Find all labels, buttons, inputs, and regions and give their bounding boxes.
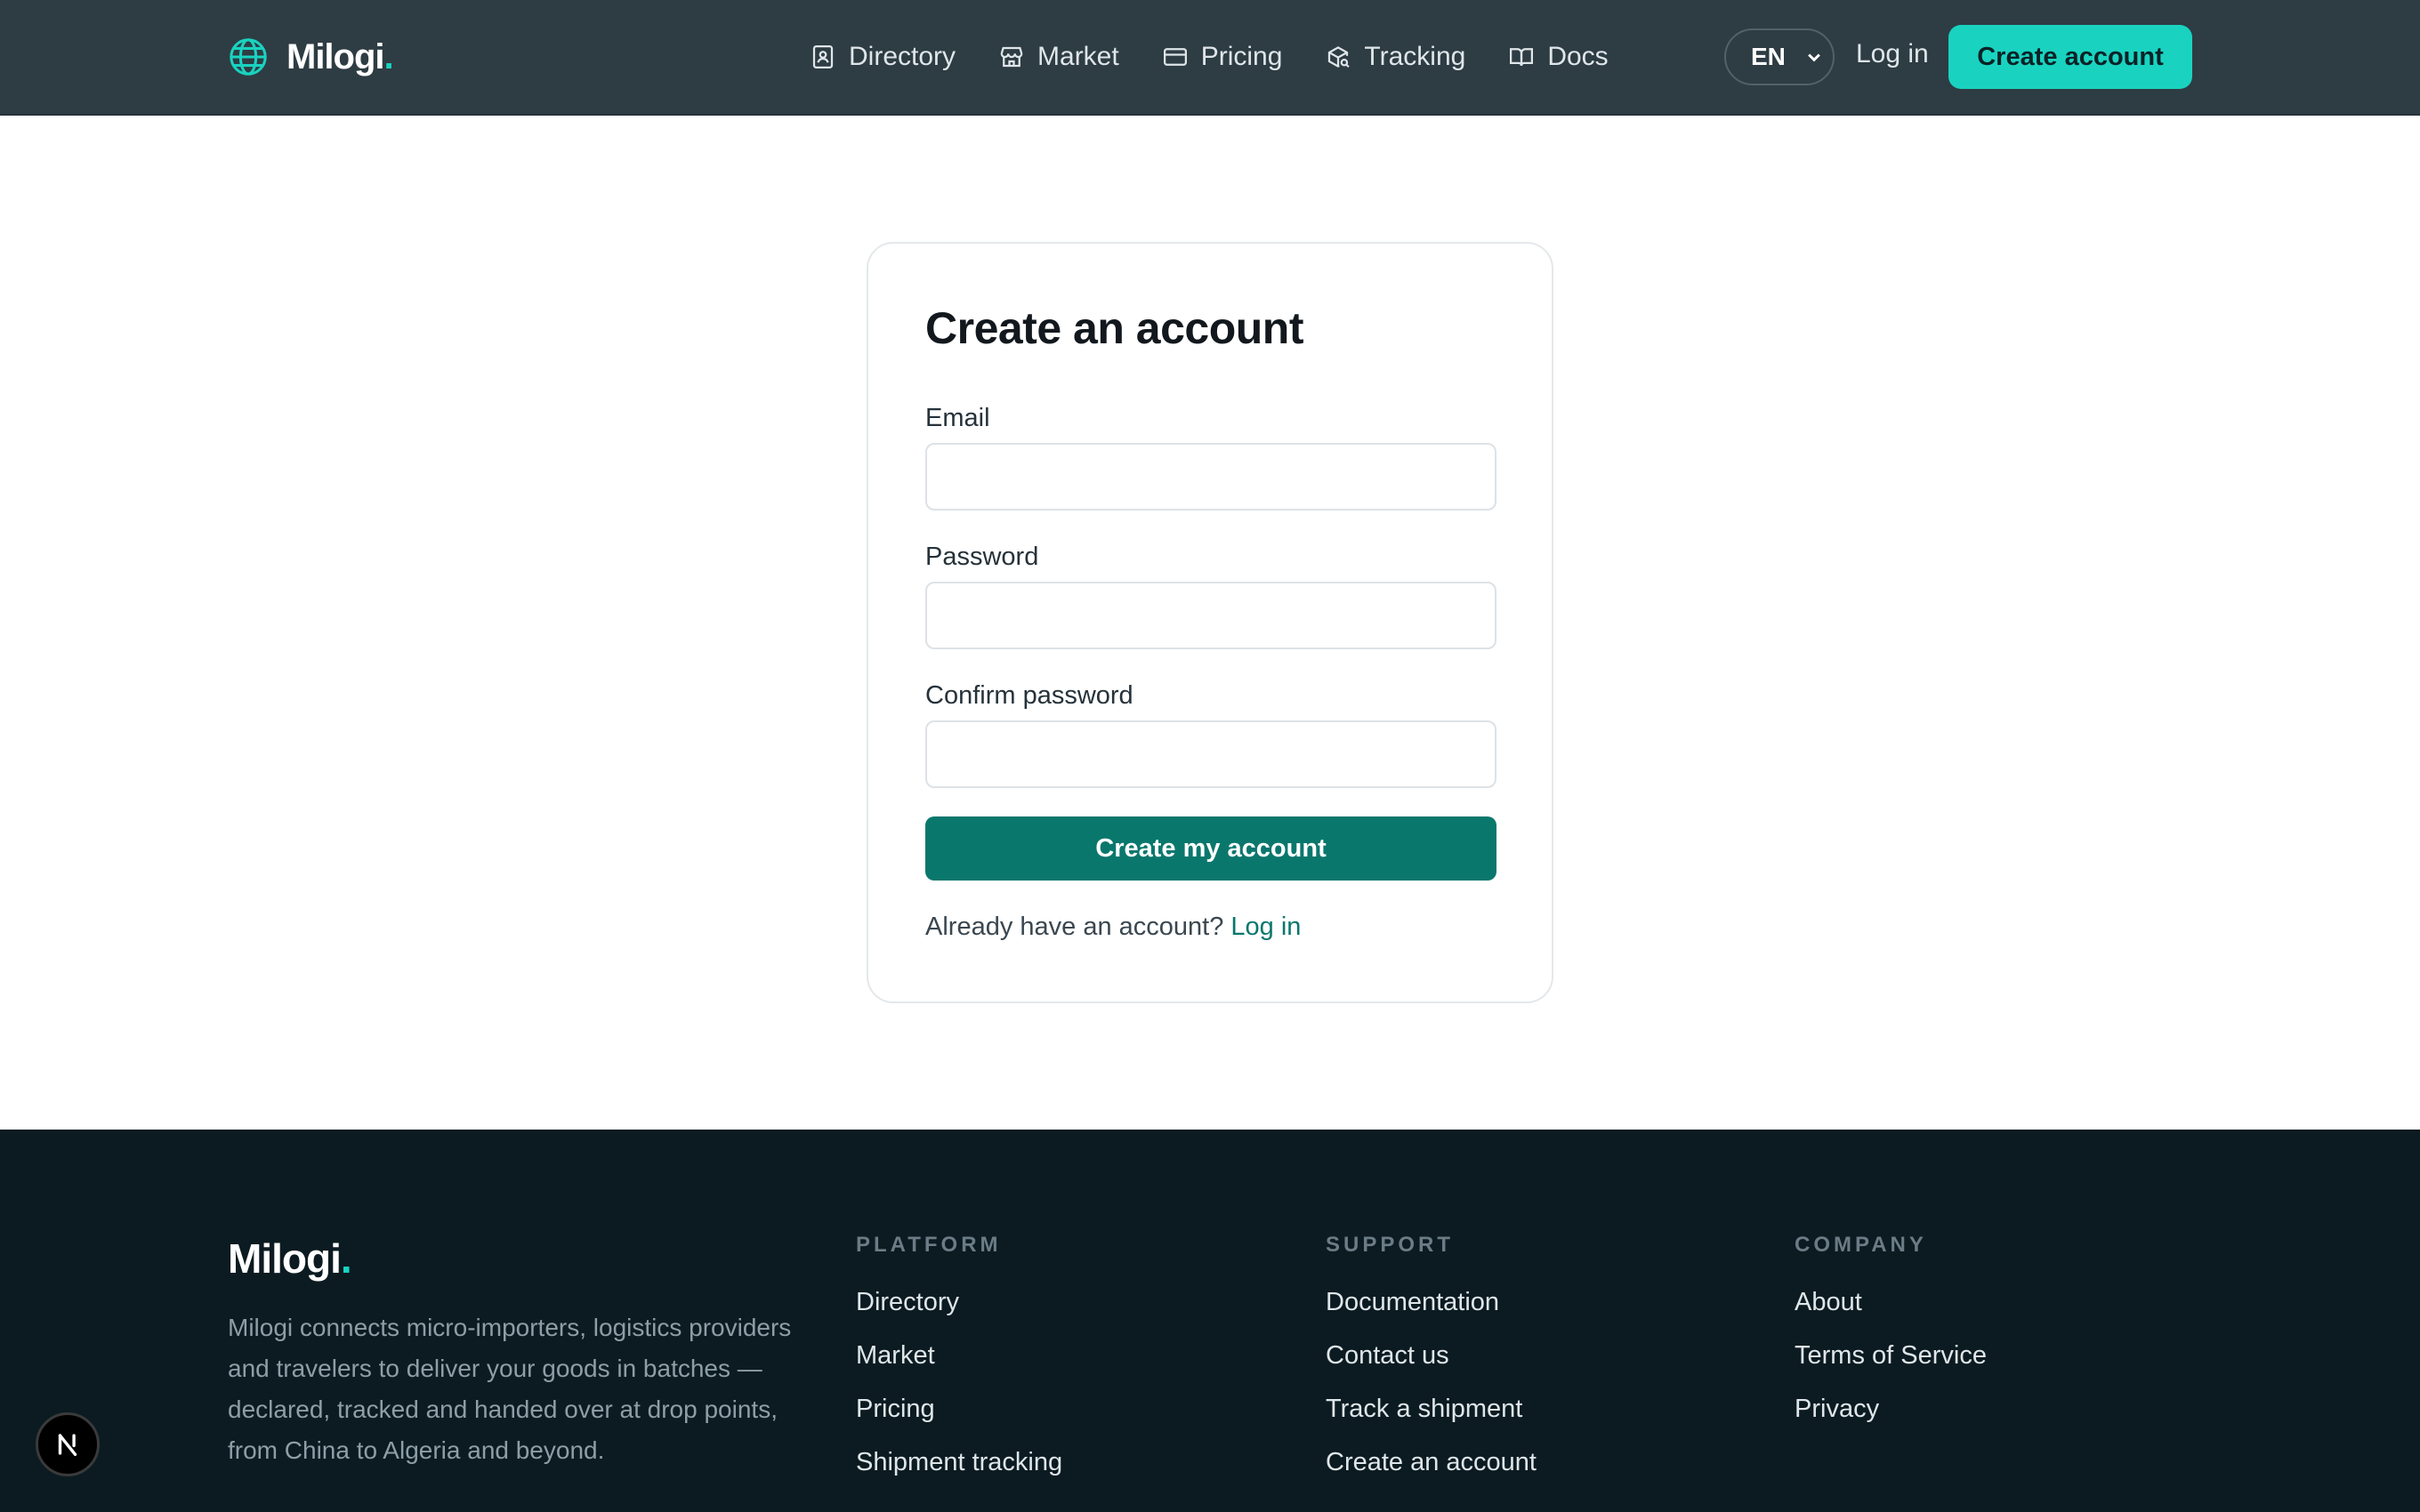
email-label: Email	[925, 404, 990, 432]
n-logo-icon	[58, 1434, 77, 1457]
language-select[interactable]: EN	[1724, 28, 1835, 85]
contact-book-icon	[812, 45, 834, 68]
create-account-button[interactable]: Create account	[1948, 25, 2192, 89]
page-title: Create an account	[925, 303, 1303, 353]
nav-market[interactable]: Market	[998, 42, 1119, 72]
footer-heading: PLATFORM	[856, 1233, 1002, 1257]
login-prompt: Already have an account? Log in	[925, 913, 1301, 942]
footer-heading: SUPPORT	[1326, 1233, 1455, 1257]
brand-name: Milogi.	[286, 36, 394, 76]
nav-tracking-label: Tracking	[1364, 42, 1466, 71]
globe-icon	[230, 38, 267, 76]
brand-logo[interactable]: Milogi.	[228, 32, 394, 82]
nav-docs-label: Docs	[1547, 42, 1609, 71]
footer-column-company: COMPANY About Terms of Service Privacy	[1795, 1233, 1987, 1448]
footer-link-pricing[interactable]: Pricing	[856, 1395, 1062, 1448]
footer-brand[interactable]: Milogi.	[228, 1235, 352, 1283]
footer-column-platform: PLATFORM Directory Market Pricing Shipme…	[856, 1233, 1062, 1501]
login-prompt-text: Already have an account?	[925, 913, 1224, 941]
footer-link-create-account[interactable]: Create an account	[1326, 1448, 1537, 1501]
chevron-down-icon	[1808, 53, 1820, 62]
footer-link-terms[interactable]: Terms of Service	[1795, 1341, 1987, 1395]
confirm-password-field[interactable]	[925, 720, 1496, 788]
footer-description: Milogi connects micro-importers, logisti…	[228, 1314, 792, 1464]
email-field[interactable]	[925, 443, 1496, 511]
footer-heading: COMPANY	[1795, 1233, 1927, 1257]
footer-link-market[interactable]: Market	[856, 1341, 1062, 1395]
top-navbar: Milogi. Directory Market Pricing Trackin…	[0, 0, 2420, 116]
footer-link-track-shipment[interactable]: Track a shipment	[1326, 1395, 1537, 1448]
password-label: Password	[925, 543, 1039, 571]
footer-link-contact[interactable]: Contact us	[1326, 1341, 1537, 1395]
credit-card-icon	[1163, 48, 1187, 66]
header-login-link[interactable]: Log in	[1856, 39, 1929, 69]
nav-directory[interactable]: Directory	[810, 42, 956, 72]
nav-market-label: Market	[1037, 42, 1119, 71]
login-link[interactable]: Log in	[1230, 913, 1301, 941]
confirm-password-label: Confirm password	[925, 681, 1133, 710]
store-icon	[1000, 46, 1023, 68]
footer-link-about[interactable]: About	[1795, 1288, 1987, 1341]
site-footer: Milogi. Milogi connects micro-importers,…	[0, 1130, 2420, 1512]
nav-docs[interactable]: Docs	[1508, 42, 1609, 72]
dev-tools-badge[interactable]	[36, 1412, 100, 1476]
footer-link-directory[interactable]: Directory	[856, 1288, 1062, 1341]
open-book-icon	[1510, 48, 1534, 67]
language-value: EN	[1751, 43, 1786, 70]
password-field[interactable]	[925, 582, 1496, 649]
nav-pricing-label: Pricing	[1200, 42, 1283, 71]
footer-column-support: SUPPORT Documentation Contact us Track a…	[1326, 1233, 1537, 1501]
footer-link-privacy[interactable]: Privacy	[1795, 1395, 1987, 1448]
create-my-account-button[interactable]: Create my account	[925, 816, 1496, 881]
signup-card: Create an account Email Password Confirm…	[867, 242, 1553, 1003]
nav-directory-label: Directory	[849, 42, 956, 71]
nav-tracking[interactable]: Tracking	[1325, 42, 1465, 72]
nav-pricing[interactable]: Pricing	[1162, 42, 1283, 72]
footer-link-shipment-tracking[interactable]: Shipment tracking	[856, 1448, 1062, 1501]
footer-link-documentation[interactable]: Documentation	[1326, 1288, 1537, 1341]
package-search-icon	[1328, 46, 1351, 68]
main-nav: Directory Market Pricing Tracking Docs	[810, 34, 1609, 80]
